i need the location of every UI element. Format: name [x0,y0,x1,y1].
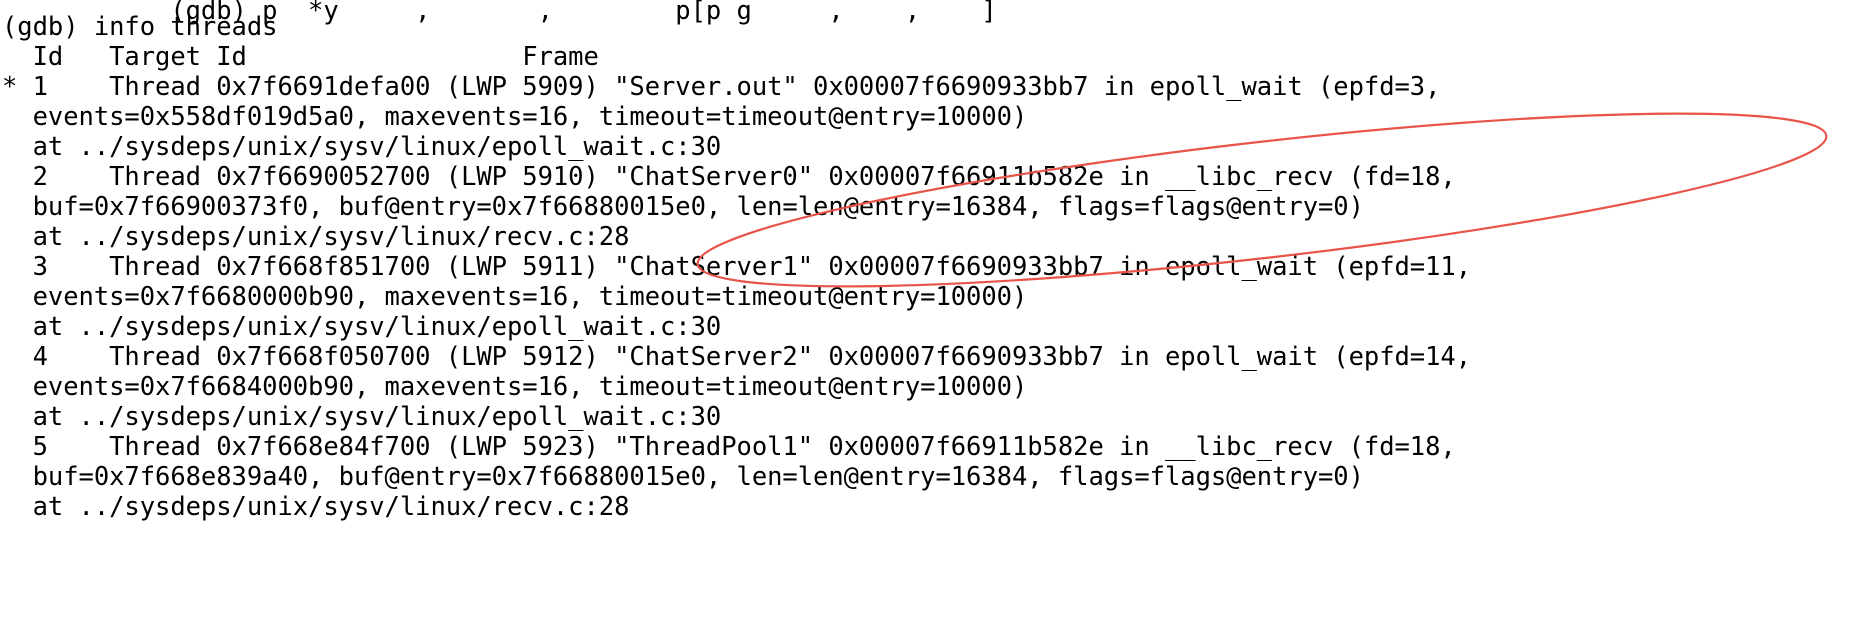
thread-row-5-args: buf=0x7f668e839a40, buf@entry=0x7f668800… [2,462,1364,492]
screenshot-root: (gdb) p *y , , p[p g , , ] (gdb) info th… [0,0,1857,636]
thread-row-4-header: 4 Thread 0x7f668f050700 (LWP 5912) "Chat… [2,342,1472,372]
thread-row-2-source: at ../sysdeps/unix/sysv/linux/recv.c:28 [2,222,630,252]
thread-row-3-args: events=0x7f6680000b90, maxevents=16, tim… [2,282,1028,312]
gdb-prompt-line: (gdb) info threads [2,12,278,42]
thread-row-1-source: at ../sysdeps/unix/sysv/linux/epoll_wait… [2,132,722,162]
thread-row-1-header: * 1 Thread 0x7f6691defa00 (LWP 5909) "Se… [2,72,1441,102]
thread-row-2-header: 2 Thread 0x7f6690052700 (LWP 5910) "Chat… [2,162,1456,192]
thread-row-1-args: events=0x558df019d5a0, maxevents=16, tim… [2,102,1028,132]
thread-row-3-header: 3 Thread 0x7f668f851700 (LWP 5911) "Chat… [2,252,1472,282]
thread-row-3-source: at ../sysdeps/unix/sysv/linux/epoll_wait… [2,312,722,342]
thread-row-5-header: 5 Thread 0x7f668e84f700 (LWP 5923) "Thre… [2,432,1456,462]
thread-row-4-args: events=0x7f6684000b90, maxevents=16, tim… [2,372,1028,402]
thread-row-2-args: buf=0x7f66900373f0, buf@entry=0x7f668800… [2,192,1364,222]
thread-row-5-source: at ../sysdeps/unix/sysv/linux/recv.c:28 [2,492,630,522]
threads-table-header: Id Target Id Frame [2,42,599,72]
thread-row-4-source: at ../sysdeps/unix/sysv/linux/epoll_wait… [2,402,722,432]
gdb-terminal-output[interactable]: (gdb) p *y , , p[p g , , ] (gdb) info th… [0,0,1857,636]
